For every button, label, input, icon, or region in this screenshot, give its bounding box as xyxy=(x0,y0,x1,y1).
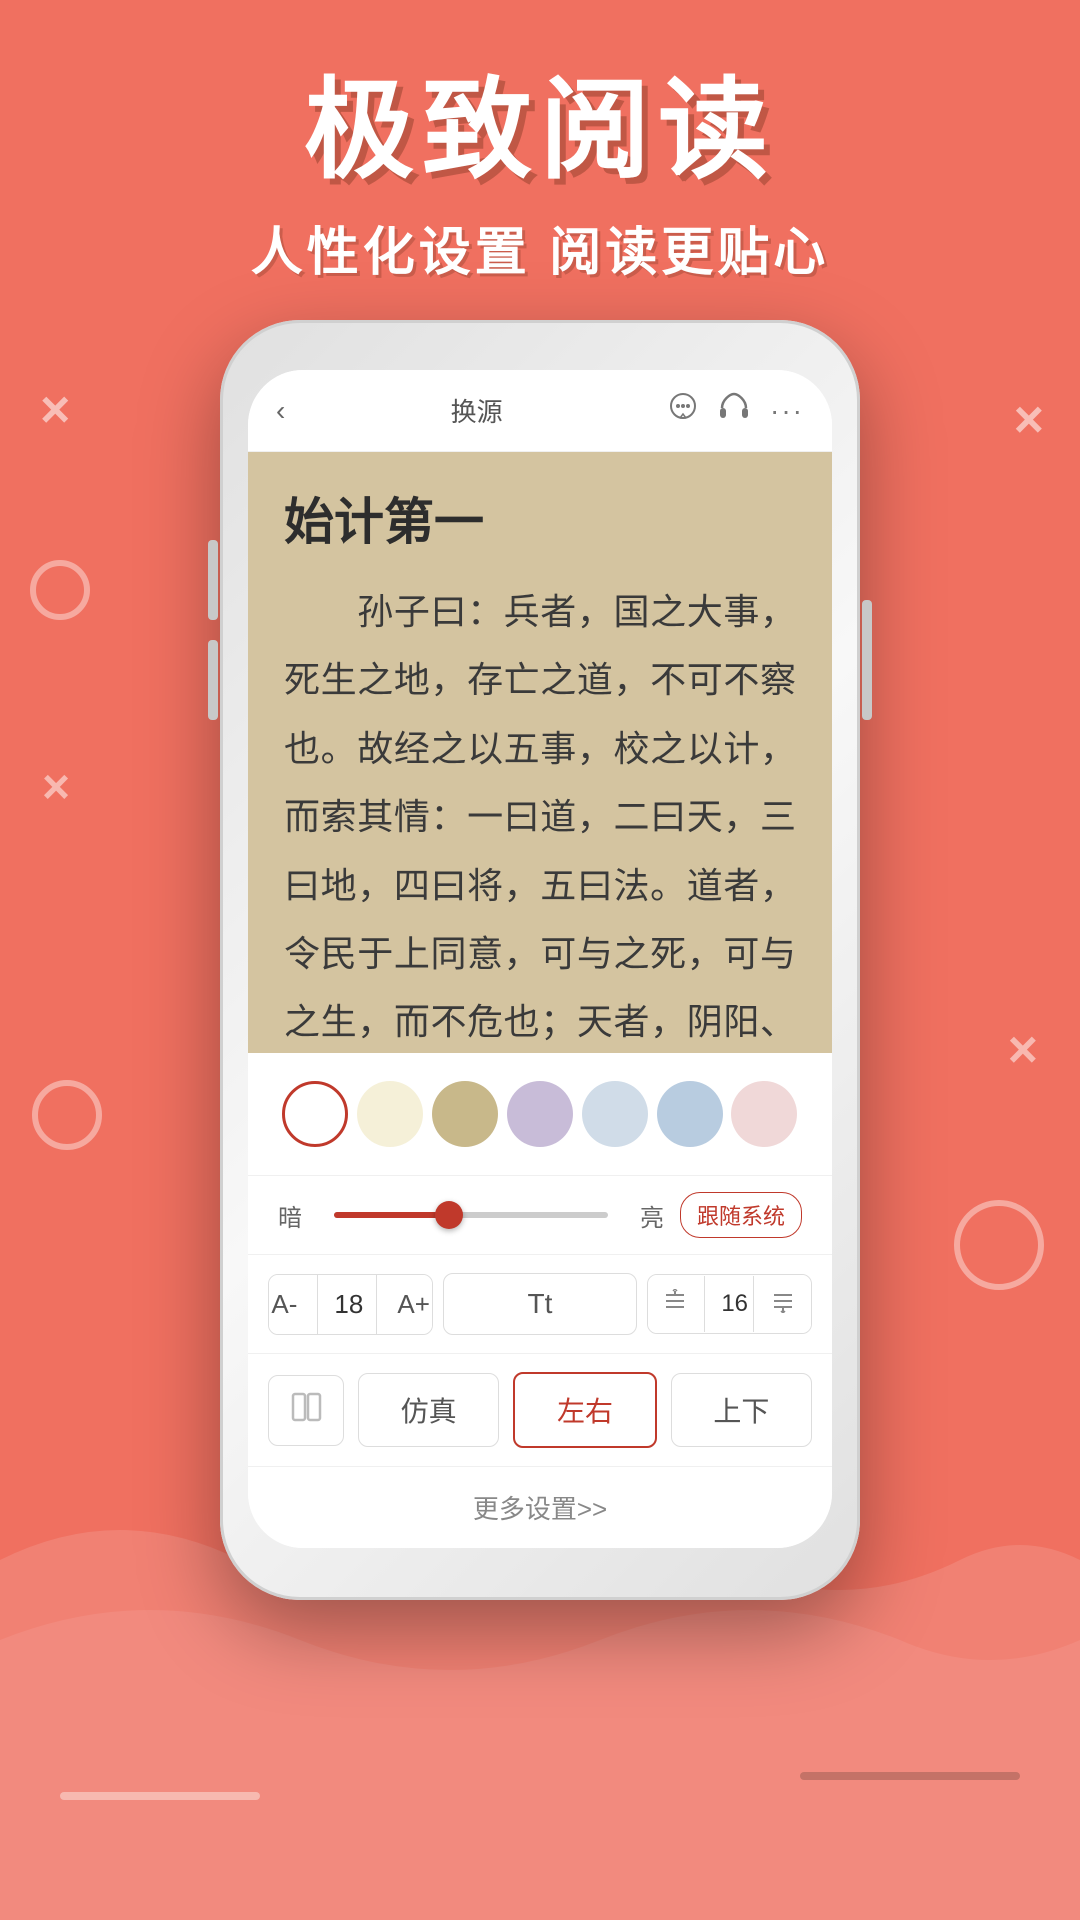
font-size-control: A- 18 A+ xyxy=(268,1274,433,1335)
topbar-title[interactable]: 换源 xyxy=(451,392,503,429)
line-height-control: 16 xyxy=(647,1274,812,1334)
phone-screen: ‹ 换源 xyxy=(248,370,832,1548)
main-title: 极致阅读 xyxy=(0,40,1080,200)
reading-text: 孙子曰：兵者，国之大事，死生之地，存亡之道，不可不察也。故经之以五事，校之以计，… xyxy=(284,578,796,1053)
brightness-thumb xyxy=(435,1201,463,1229)
color-swatch-cream[interactable] xyxy=(357,1081,423,1147)
more-settings-button[interactable]: 更多设置>> xyxy=(248,1467,832,1548)
font-size-value: 18 xyxy=(317,1275,377,1334)
vertical-mode-button[interactable]: 上下 xyxy=(671,1373,812,1447)
horizontal-mode-button[interactable]: 左右 xyxy=(513,1372,656,1448)
topbar-icons: ··· xyxy=(668,392,804,429)
line-height-value: 16 xyxy=(704,1276,754,1332)
color-swatch-skyblue[interactable] xyxy=(657,1081,723,1147)
color-row xyxy=(248,1053,832,1176)
font-row: A- 18 A+ Tt xyxy=(248,1255,832,1354)
back-button[interactable]: ‹ xyxy=(276,395,285,427)
sub-title: 人性化设置 阅读更贴心 xyxy=(0,210,1080,285)
brightness-slider[interactable] xyxy=(334,1212,608,1218)
brightness-dark-label: 暗 xyxy=(278,1198,318,1233)
color-swatch-lavender[interactable] xyxy=(507,1081,573,1147)
decor-circle-2 xyxy=(32,1080,102,1150)
follow-system-button[interactable]: 跟随系统 xyxy=(680,1192,802,1238)
brightness-light-label: 亮 xyxy=(624,1198,664,1233)
brightness-fill xyxy=(334,1212,449,1218)
chat-icon[interactable] xyxy=(668,392,698,429)
scroll-mode-icon-button[interactable] xyxy=(268,1375,344,1446)
headphone-icon[interactable] xyxy=(718,392,750,429)
color-swatch-white[interactable] xyxy=(282,1081,348,1147)
font-type-button[interactable]: Tt xyxy=(443,1273,636,1335)
decor-x-2: × xyxy=(42,760,70,815)
line-height-decrease-icon[interactable] xyxy=(647,1275,705,1333)
color-swatch-pink[interactable] xyxy=(731,1081,797,1147)
phone-shell: ‹ 换源 xyxy=(220,320,860,1600)
layout-row: 仿真 左右 上下 xyxy=(248,1354,832,1467)
color-swatch-tan[interactable] xyxy=(432,1081,498,1147)
top-title-area: 极致阅读 人性化设置 阅读更贴心 xyxy=(0,40,1080,285)
decor-circle-3 xyxy=(954,1200,1044,1290)
screen-content: ‹ 换源 xyxy=(248,370,832,1548)
color-swatch-lightblue[interactable] xyxy=(582,1081,648,1147)
power-button xyxy=(862,600,872,720)
line-height-increase-icon[interactable] xyxy=(754,1275,812,1333)
decor-circle-1 xyxy=(30,560,90,620)
vol-up-button xyxy=(208,540,218,620)
top-bar: ‹ 换源 xyxy=(248,370,832,452)
phone-mockup: ‹ 换源 xyxy=(220,320,860,1600)
decor-x-1: × xyxy=(40,380,70,440)
decor-x-3: × xyxy=(1014,390,1044,450)
decor-x-4: × xyxy=(1008,1020,1038,1080)
font-decrease-button[interactable]: A- xyxy=(268,1275,317,1334)
chapter-title: 始计第一 xyxy=(284,482,796,554)
font-increase-button[interactable]: A+ xyxy=(377,1275,433,1334)
brightness-row: 暗 亮 跟随系统 xyxy=(248,1176,832,1255)
vol-down-button xyxy=(208,640,218,720)
settings-panel: 暗 亮 跟随系统 A- 18 A+ xyxy=(248,1053,832,1548)
more-icon[interactable]: ··· xyxy=(770,395,804,427)
imitation-mode-button[interactable]: 仿真 xyxy=(358,1373,499,1447)
reading-area[interactable]: 始计第一 孙子曰：兵者，国之大事，死生之地，存亡之道，不可不察也。故经之以五事，… xyxy=(248,452,832,1053)
